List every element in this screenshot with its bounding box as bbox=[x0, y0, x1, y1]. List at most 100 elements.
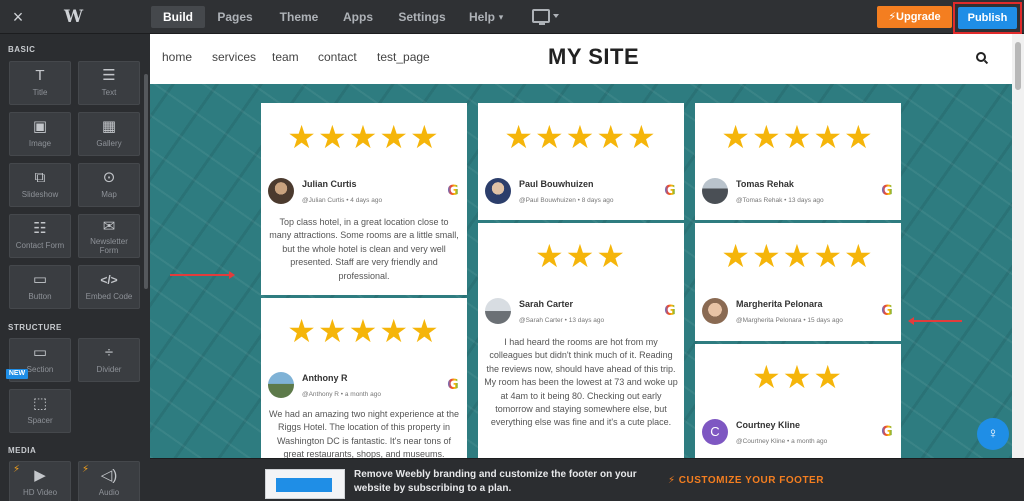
site-nav-team[interactable]: team bbox=[272, 50, 299, 64]
element-embed-code[interactable]: </> Embed Code bbox=[78, 265, 140, 309]
elements-sidebar: BASIC T Title ☰ Text ▣ Image ▦ Gallery ⧉… bbox=[0, 34, 150, 501]
element-divider[interactable]: ÷ Divider bbox=[78, 338, 140, 382]
search-icon[interactable] bbox=[976, 52, 986, 62]
element-label: Spacer bbox=[27, 416, 53, 425]
element-label: Gallery bbox=[96, 139, 122, 148]
section-icon: ▭ bbox=[32, 344, 48, 361]
review-card[interactable]: ★★★ Sarah Carter @Sarah Carter • 13 days… bbox=[478, 223, 684, 458]
element-label: HD Video bbox=[22, 488, 58, 497]
element-spacer[interactable]: ⬚ Spacer bbox=[9, 389, 71, 433]
review-card[interactable]: ★★★ C Courtney Kline @Courtney Kline • a… bbox=[695, 344, 901, 458]
google-icon: G bbox=[447, 183, 459, 199]
new-badge: NEW bbox=[6, 369, 28, 379]
tab-settings[interactable]: Settings bbox=[393, 6, 451, 28]
google-icon: G bbox=[664, 183, 676, 199]
google-icon: G bbox=[881, 424, 893, 440]
footer-illustration bbox=[265, 469, 345, 499]
star-rating: ★★★★★ bbox=[287, 313, 441, 349]
element-button[interactable]: ▭ Button bbox=[9, 265, 71, 309]
text-icon: ☰ bbox=[102, 67, 116, 84]
review-card[interactable]: ★★★★★ Julian Curtis @Julian Curtis • 4 d… bbox=[261, 103, 467, 295]
element-label: Image bbox=[28, 139, 52, 148]
tab-theme[interactable]: Theme bbox=[274, 6, 324, 28]
element-text[interactable]: ☰ Text bbox=[78, 61, 140, 105]
lightbulb-icon[interactable]: ♀ bbox=[977, 418, 1009, 450]
element-label: Title bbox=[32, 88, 48, 97]
review-card[interactable]: ★★★★★ Paul Bouwhuizen @Paul Bouwhuizen •… bbox=[478, 103, 684, 220]
star-rating: ★★★ bbox=[534, 238, 628, 274]
site-preview[interactable]: home services team contact test_page MY … bbox=[150, 34, 1012, 458]
tab-apps[interactable]: Apps bbox=[338, 6, 378, 28]
annotation-arrow-left bbox=[908, 317, 962, 325]
section-label-media: MEDIA bbox=[8, 446, 37, 455]
contact-form-icon: ☷ bbox=[33, 220, 47, 237]
reviewer-name: Sarah Carter bbox=[519, 299, 574, 309]
review-text: Top class hotel, in a great location clo… bbox=[269, 217, 459, 281]
avatar bbox=[485, 298, 511, 324]
element-slideshow[interactable]: ⧉ Slideshow bbox=[9, 163, 71, 207]
publish-button[interactable]: Publish bbox=[958, 7, 1017, 29]
element-image[interactable]: ▣ Image bbox=[9, 112, 71, 156]
element-newsletter-form[interactable]: ✉ Newsletter Form bbox=[78, 214, 140, 258]
publish-highlight: Publish bbox=[953, 2, 1022, 34]
page-scrollbar[interactable] bbox=[1012, 34, 1024, 458]
weebly-logo: W bbox=[64, 7, 84, 27]
star-rating: ★★★★★ bbox=[721, 119, 875, 155]
element-label: Map bbox=[101, 190, 117, 199]
reviewer-name: Courtney Kline bbox=[736, 420, 801, 430]
element-contact-form[interactable]: ☷ Contact Form bbox=[9, 214, 71, 258]
star-rating: ★★★★★ bbox=[287, 119, 441, 155]
review-card[interactable]: ★★★★★ Tomas Rehak @Tomas Rehak • 13 days… bbox=[695, 103, 901, 220]
top-toolbar: × W Build Pages Theme Apps Settings Help… bbox=[0, 0, 1024, 34]
star-rating: ★★★★★ bbox=[721, 238, 875, 274]
monitor-icon[interactable] bbox=[532, 9, 550, 25]
element-label: Button bbox=[28, 292, 52, 301]
reviewer-name: Paul Bouwhuizen bbox=[519, 179, 594, 189]
review-text: I had heard the rooms are hot from my co… bbox=[484, 337, 678, 428]
site-nav-test-page[interactable]: test_page bbox=[377, 50, 430, 64]
review-meta: @Courtney Kline • a month ago bbox=[736, 438, 828, 445]
tab-pages[interactable]: Pages bbox=[210, 6, 260, 28]
reviewer-name: Margherita Pelonara bbox=[736, 299, 823, 309]
help-caret-icon[interactable]: ▾ bbox=[496, 6, 506, 28]
title-icon: T bbox=[35, 67, 45, 84]
scrollbar-thumb[interactable] bbox=[1015, 42, 1021, 90]
site-nav-home[interactable]: home bbox=[162, 50, 192, 64]
element-title[interactable]: T Title bbox=[9, 61, 71, 105]
upgrade-label: Upgrade bbox=[896, 11, 941, 23]
star-rating: ★★★ bbox=[751, 359, 845, 395]
section-label-structure: STRUCTURE bbox=[8, 323, 62, 332]
upgrade-button[interactable]: ⚡Upgrade bbox=[877, 6, 952, 28]
annotation-arrow-right bbox=[170, 271, 235, 279]
close-icon[interactable]: × bbox=[10, 8, 26, 26]
chevron-down-icon[interactable] bbox=[553, 14, 559, 18]
review-card[interactable]: ★★★★★ Margherita Pelonara @Margherita Pe… bbox=[695, 223, 901, 341]
avatar: C bbox=[702, 419, 728, 445]
sidebar-scrollbar[interactable] bbox=[144, 74, 148, 289]
element-label: Embed Code bbox=[85, 292, 133, 301]
element-gallery[interactable]: ▦ Gallery bbox=[78, 112, 140, 156]
review-card[interactable]: ★★★★★ Anthony R @Anthony R • a month ago… bbox=[261, 298, 467, 458]
gallery-icon: ▦ bbox=[101, 118, 117, 135]
envelope-icon: ✉ bbox=[102, 218, 116, 235]
element-label: Divider bbox=[96, 365, 122, 374]
site-header: home services team contact test_page MY … bbox=[150, 34, 1012, 84]
site-nav-services[interactable]: services bbox=[212, 50, 256, 64]
tab-build[interactable]: Build bbox=[151, 6, 205, 28]
reviewer-name: Tomas Rehak bbox=[736, 179, 794, 189]
review-meta: @Tomas Rehak • 13 days ago bbox=[736, 197, 824, 204]
element-map[interactable]: ⊙ Map bbox=[78, 163, 140, 207]
google-icon: G bbox=[447, 377, 459, 393]
review-meta: @Julian Curtis • 4 days ago bbox=[302, 197, 383, 204]
avatar bbox=[268, 372, 294, 398]
customize-footer-link[interactable]: ⚡ CUSTOMIZE YOUR FOOTER bbox=[668, 475, 824, 486]
spacer-icon: ⬚ bbox=[32, 395, 48, 412]
element-label: Newsletter Form bbox=[90, 237, 128, 255]
banner-text: Remove Weebly branding and customize the… bbox=[354, 469, 637, 494]
element-label: Contact Form bbox=[15, 241, 65, 250]
tab-help[interactable]: Help bbox=[468, 6, 496, 28]
reviewer-name: Julian Curtis bbox=[302, 179, 357, 189]
site-title[interactable]: MY SITE bbox=[548, 44, 639, 70]
site-nav-contact[interactable]: contact bbox=[318, 50, 357, 64]
google-icon: G bbox=[881, 183, 893, 199]
